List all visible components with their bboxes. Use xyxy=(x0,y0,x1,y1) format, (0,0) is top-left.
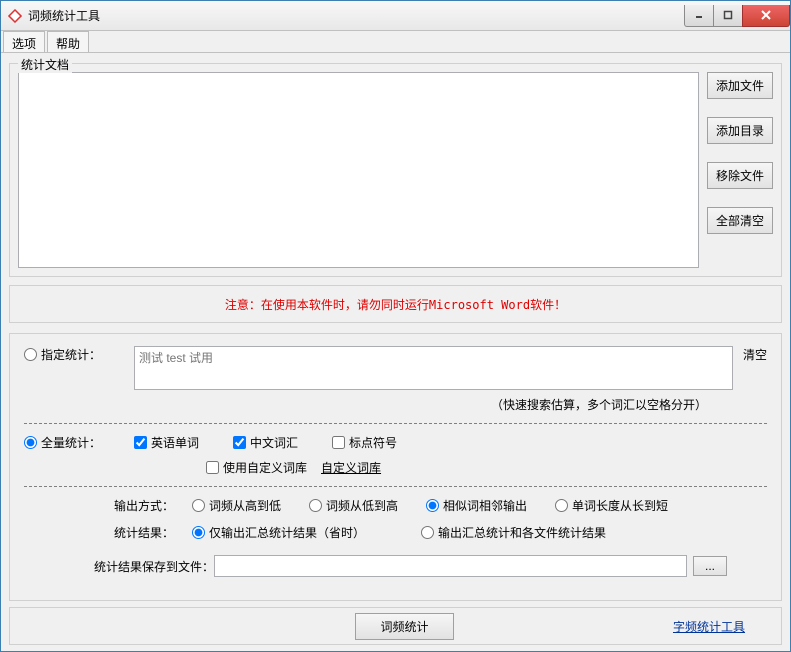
window-title: 词频统计工具 xyxy=(28,7,685,24)
output-low-high-radio[interactable]: 词频从低到高 xyxy=(309,497,398,514)
client-area: 统计文档 添加文件 添加目录 移除文件 全部清空 注意：在使用本软件时，请勿同时… xyxy=(1,53,790,651)
chinese-checkbox[interactable]: 中文词汇 xyxy=(233,434,298,451)
window-controls xyxy=(685,5,790,27)
specified-stat-radio[interactable]: 指定统计： xyxy=(24,346,134,363)
notice-text: 注意：在使用本软件时，请勿同时运行Microsoft Word软件！ xyxy=(9,285,782,323)
close-button[interactable] xyxy=(742,5,790,27)
result-label: 统计结果： xyxy=(24,524,174,541)
result-summary-each-radio[interactable]: 输出汇总统计和各文件统计结果 xyxy=(421,524,606,541)
specified-words-input[interactable] xyxy=(134,346,733,390)
app-window: 词频统计工具 选项 帮助 统计文档 添加文件 添加目录 移除文件 xyxy=(0,0,791,652)
specified-hint: （快速搜索估算，多个词汇以空格分开） xyxy=(24,396,707,413)
divider xyxy=(24,486,767,487)
add-dir-button[interactable]: 添加目录 xyxy=(707,117,773,144)
output-length-radio[interactable]: 单词长度从长到短 xyxy=(555,497,668,514)
save-file-label: 统计结果保存到文件： xyxy=(24,558,214,575)
output-high-low-radio[interactable]: 词频从高到低 xyxy=(192,497,281,514)
file-listbox[interactable] xyxy=(18,72,699,268)
english-checkbox[interactable]: 英语单词 xyxy=(134,434,199,451)
run-button[interactable]: 词频统计 xyxy=(355,613,453,640)
footer: 词频统计 字频统计工具 xyxy=(9,607,782,645)
specified-stat-label: 指定统计： xyxy=(41,346,101,363)
add-file-button[interactable]: 添加文件 xyxy=(707,72,773,99)
save-file-input[interactable] xyxy=(214,555,687,577)
titlebar: 词频统计工具 xyxy=(1,1,790,31)
app-icon xyxy=(7,8,23,24)
full-stat-label: 全量统计： xyxy=(41,434,101,451)
custom-dict-checkbox[interactable]: 使用自定义词库 xyxy=(206,459,307,476)
remove-file-button[interactable]: 移除文件 xyxy=(707,162,773,189)
browse-button[interactable]: ... xyxy=(693,556,727,576)
char-freq-tool-link[interactable]: 字频统计工具 xyxy=(673,618,745,635)
clear-words-button[interactable]: 清空 xyxy=(743,346,767,363)
menubar: 选项 帮助 xyxy=(1,31,790,53)
output-similar-radio[interactable]: 相似词相邻输出 xyxy=(426,497,527,514)
punct-checkbox[interactable]: 标点符号 xyxy=(332,434,397,451)
result-summary-only-radio[interactable]: 仅输出汇总统计结果（省时） xyxy=(192,524,365,541)
docs-legend: 统计文档 xyxy=(18,56,72,73)
clear-all-button[interactable]: 全部清空 xyxy=(707,207,773,234)
full-stat-radio[interactable]: 全量统计： xyxy=(24,434,134,451)
menu-help[interactable]: 帮助 xyxy=(47,31,89,52)
minimize-button[interactable] xyxy=(684,5,714,27)
maximize-button[interactable] xyxy=(713,5,743,27)
options-panel: 指定统计： 清空 （快速搜索估算，多个词汇以空格分开） 全量统计： 英语单词 中… xyxy=(9,333,782,601)
custom-dict-link[interactable]: 自定义词库 xyxy=(307,459,381,476)
menu-options[interactable]: 选项 xyxy=(3,31,45,52)
output-mode-label: 输出方式： xyxy=(24,497,174,514)
divider xyxy=(24,423,767,424)
docs-groupbox: 统计文档 添加文件 添加目录 移除文件 全部清空 xyxy=(9,63,782,277)
